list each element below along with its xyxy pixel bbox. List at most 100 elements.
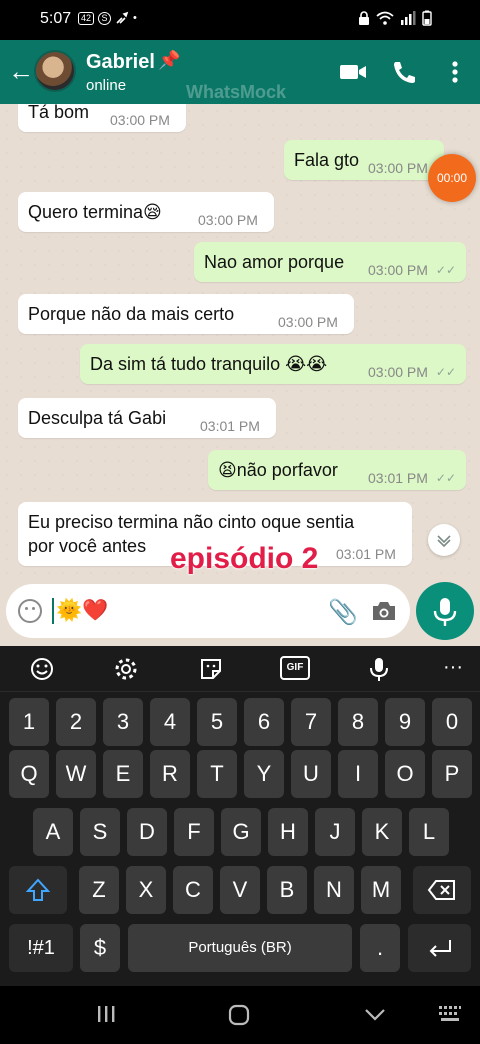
enter-icon bbox=[429, 940, 451, 957]
message-bubble-outgoing[interactable]: Fala gto 03:00 PM bbox=[284, 140, 444, 180]
back-nav-icon[interactable] bbox=[364, 1004, 386, 1024]
message-text: Nao amor porque bbox=[204, 252, 345, 272]
recording-timer-badge[interactable]: 00:00 bbox=[428, 154, 476, 202]
gif-button[interactable]: GIF bbox=[280, 656, 310, 680]
key-u[interactable]: U bbox=[291, 750, 331, 798]
key-a[interactable]: A bbox=[33, 808, 73, 856]
notification-count-badge: 42 bbox=[78, 11, 95, 25]
contact-name[interactable]: Gabriel bbox=[86, 51, 155, 74]
currency-key[interactable]: $ bbox=[80, 924, 120, 972]
key-e[interactable]: E bbox=[103, 750, 143, 798]
home-icon[interactable] bbox=[228, 1004, 250, 1026]
period-key[interactable]: . bbox=[360, 924, 400, 972]
back-arrow-icon[interactable]: ← bbox=[8, 56, 34, 87]
key-i[interactable]: I bbox=[338, 750, 378, 798]
message-time: 03:00 PM bbox=[368, 262, 428, 278]
key-b[interactable]: B bbox=[267, 866, 307, 914]
message-bubble-incoming[interactable]: Desculpa tá Gabi 03:01 PM bbox=[18, 398, 276, 438]
key-v[interactable]: V bbox=[220, 866, 260, 914]
key-q[interactable]: Q bbox=[9, 750, 49, 798]
more-vert-icon[interactable] bbox=[440, 58, 470, 86]
watermark: WhatsMock bbox=[186, 82, 287, 102]
key-5[interactable]: 5 bbox=[197, 698, 237, 746]
message-text: Tá bom bbox=[28, 104, 90, 122]
message-bubble-outgoing[interactable]: 😫não porfavor 03:01 PM ✓✓ bbox=[208, 450, 466, 490]
attach-icon[interactable]: 📎 bbox=[328, 598, 358, 627]
keyboard-toolbar: GIF ··· bbox=[0, 646, 480, 692]
signal-icon bbox=[401, 11, 416, 25]
space-bar[interactable]: Português (BR) bbox=[128, 924, 352, 972]
double-check-icon: ✓✓ bbox=[435, 263, 456, 277]
shift-key[interactable] bbox=[9, 866, 67, 914]
key-9[interactable]: 9 bbox=[385, 698, 425, 746]
key-d[interactable]: D bbox=[127, 808, 167, 856]
key-r[interactable]: R bbox=[150, 750, 190, 798]
message-input-box[interactable]: 🌞❤️ 📎 bbox=[6, 584, 410, 638]
key-o[interactable]: O bbox=[385, 750, 425, 798]
episode-overlay-text: episódio 2 bbox=[170, 542, 319, 575]
camera-icon[interactable] bbox=[370, 598, 398, 624]
message-time: 03:00 PM bbox=[368, 160, 428, 176]
more-options-icon[interactable]: ··· bbox=[438, 654, 468, 684]
chat-area[interactable]: Tá bom 03:00 PM Fala gto 03:00 PM Quero … bbox=[0, 104, 480, 578]
key-m[interactable]: M bbox=[361, 866, 401, 914]
key-z[interactable]: Z bbox=[79, 866, 119, 914]
message-time: 03:01 PM bbox=[336, 546, 396, 562]
key-l[interactable]: L bbox=[409, 808, 449, 856]
status-time: 5:07 bbox=[40, 10, 72, 27]
status-notification-icons: 42 S • bbox=[78, 11, 137, 25]
keyboard: GIF ··· 1 2 3 4 5 6 7 8 9 0 Q W E R T Y … bbox=[0, 646, 480, 986]
key-t[interactable]: T bbox=[197, 750, 237, 798]
message-bubble-incoming[interactable]: Porque não da mais certo 03:00 PM bbox=[18, 294, 354, 334]
key-1[interactable]: 1 bbox=[9, 698, 49, 746]
key-4[interactable]: 4 bbox=[150, 698, 190, 746]
voice-record-button[interactable] bbox=[416, 582, 474, 640]
key-y[interactable]: Y bbox=[244, 750, 284, 798]
voice-input-mic-icon[interactable] bbox=[364, 654, 394, 684]
key-7[interactable]: 7 bbox=[291, 698, 331, 746]
key-f[interactable]: F bbox=[174, 808, 214, 856]
key-x[interactable]: X bbox=[126, 866, 166, 914]
wifi-icon bbox=[376, 11, 394, 25]
key-j[interactable]: J bbox=[315, 808, 355, 856]
key-n[interactable]: N bbox=[314, 866, 354, 914]
message-bubble-incoming[interactable]: Quero termina😪 03:00 PM bbox=[18, 192, 274, 232]
key-p[interactable]: P bbox=[432, 750, 472, 798]
key-s[interactable]: S bbox=[80, 808, 120, 856]
message-bubble-outgoing[interactable]: Da sim tá tudo tranquilo 😭😭 03:00 PM ✓✓ bbox=[80, 344, 466, 384]
message-bubble-outgoing[interactable]: Nao amor porque 03:00 PM ✓✓ bbox=[194, 242, 466, 282]
key-3[interactable]: 3 bbox=[103, 698, 143, 746]
emoji-keyboard-icon[interactable] bbox=[27, 654, 57, 684]
key-h[interactable]: H bbox=[268, 808, 308, 856]
sticker-icon[interactable] bbox=[196, 654, 226, 684]
key-8[interactable]: 8 bbox=[338, 698, 378, 746]
message-input[interactable]: 🌞❤️ bbox=[52, 598, 108, 624]
double-check-icon: ✓✓ bbox=[435, 471, 456, 485]
message-text: Porque não da mais certo bbox=[28, 304, 235, 324]
enter-key[interactable] bbox=[408, 924, 471, 972]
phone-icon[interactable] bbox=[389, 58, 419, 86]
settings-gear-icon[interactable] bbox=[111, 654, 141, 684]
keyboard-hide-icon[interactable] bbox=[438, 1004, 462, 1024]
emoji-icon[interactable] bbox=[18, 599, 42, 623]
scroll-down-button[interactable] bbox=[428, 524, 460, 556]
avatar[interactable] bbox=[34, 50, 76, 92]
key-k[interactable]: K bbox=[362, 808, 402, 856]
recent-apps-icon[interactable] bbox=[96, 1004, 116, 1024]
backspace-key[interactable] bbox=[413, 866, 471, 914]
message-text: Quero termina😪 bbox=[28, 202, 162, 222]
key-g[interactable]: G bbox=[221, 808, 261, 856]
shift-arrow-icon bbox=[25, 878, 51, 901]
message-text: Da sim tá tudo tranquilo 😭😭 bbox=[90, 354, 328, 374]
symbols-key[interactable]: !#1 bbox=[9, 924, 73, 972]
key-w[interactable]: W bbox=[56, 750, 96, 798]
message-time: 03:00 PM bbox=[110, 112, 170, 128]
video-call-icon[interactable] bbox=[338, 58, 368, 86]
status-dot: • bbox=[133, 12, 137, 24]
message-bubble-incoming[interactable]: Tá bom 03:00 PM bbox=[18, 104, 186, 132]
key-2[interactable]: 2 bbox=[56, 698, 96, 746]
message-time: 03:00 PM bbox=[198, 212, 258, 228]
key-6[interactable]: 6 bbox=[244, 698, 284, 746]
key-c[interactable]: C bbox=[173, 866, 213, 914]
key-0[interactable]: 0 bbox=[432, 698, 472, 746]
